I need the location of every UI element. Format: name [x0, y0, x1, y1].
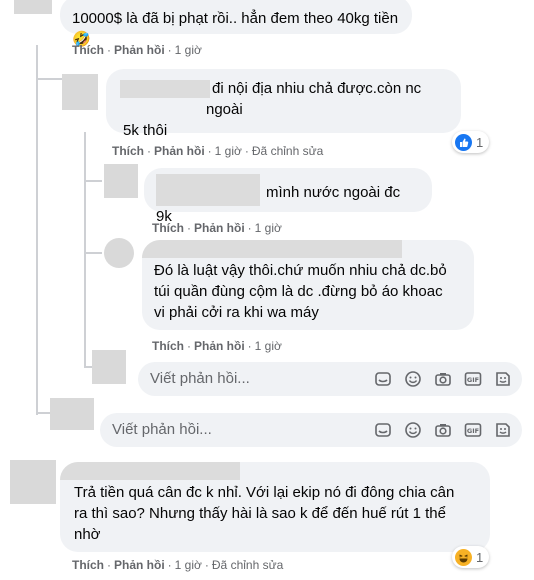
comment-bubble: Đó là luật vậy thôi.chứ muốn nhiu chả dc…: [142, 240, 474, 330]
thread-line: [84, 132, 86, 368]
thread-line: [84, 180, 102, 182]
blurred-name[interactable]: [156, 174, 260, 206]
comment-text: nhờ: [74, 526, 101, 543]
comment-text: túi quần đùng cộm là dc .đừng bỏ áo khoa…: [154, 283, 443, 300]
comment-actions: Thích · Phản hồi · 1 giờ: [152, 339, 282, 353]
timestamp[interactable]: 1 giờ: [175, 43, 202, 57]
comment-text: Đó là luật vậy thôi.chứ muốn nhiu chả dc…: [154, 262, 447, 279]
comment-bubble: 10000$ là đã bị phạt rồi.. hẳn đem theo …: [60, 0, 412, 48]
reply-input[interactable]: Viết phản hồi... GIF: [100, 413, 522, 447]
comment-bubble: Trả tiền quá cân đc k nhỉ. Với lại ekip …: [60, 462, 490, 552]
comment-text: 5k thôi: [123, 122, 168, 139]
comment-actions: Thích · Phản hồi · 1 giờ · Đã chỉnh sửa: [72, 558, 284, 572]
like-button[interactable]: Thích: [72, 43, 104, 57]
svg-text:GIF: GIF: [467, 427, 479, 435]
like-button[interactable]: Thích: [152, 221, 184, 235]
timestamp[interactable]: 1 giờ: [175, 558, 202, 572]
camera-icon[interactable]: [434, 370, 452, 388]
svg-text:GIF: GIF: [467, 376, 479, 384]
comment-actions: Thích · Phản hồi · 1 giờ · Đã chỉnh sửa: [112, 144, 324, 158]
sticker-icon[interactable]: [374, 370, 392, 388]
reply-placeholder: Viết phản hồi...: [150, 370, 250, 387]
sticker-icon[interactable]: [374, 421, 392, 439]
reaction-count[interactable]: 1: [452, 546, 490, 568]
reply-input[interactable]: Viết phản hồi... GIF: [138, 362, 522, 396]
avatar[interactable]: [104, 164, 138, 198]
like-reaction-icon: [455, 133, 472, 151]
comment-actions: Thích · Phản hồi · 1 giờ: [72, 43, 202, 57]
blurred-name[interactable]: [142, 240, 402, 258]
reply-tools: GIF: [374, 421, 512, 439]
blurred-name[interactable]: [60, 462, 240, 480]
sticker-face-icon[interactable]: [494, 421, 512, 439]
like-button[interactable]: Thích: [112, 144, 144, 158]
avatar: [92, 350, 126, 384]
comment-text: đi nội địa nhiu chả được.còn nc ngoài: [206, 80, 422, 118]
thread-line: [36, 412, 50, 414]
haha-reaction-icon: [455, 548, 472, 566]
reaction-count[interactable]: 1: [452, 131, 490, 153]
comment-actions: Thích · Phản hồi · 1 giờ: [152, 221, 282, 235]
avatar[interactable]: [104, 238, 134, 268]
comment-text: ra thì sao? Nhưng thấy hài là sao k để đ…: [74, 505, 446, 522]
avatar[interactable]: [10, 460, 56, 504]
timestamp[interactable]: 1 giờ: [255, 339, 282, 353]
thread-line: [84, 366, 92, 368]
gif-icon[interactable]: GIF: [464, 421, 482, 439]
reply-tools: GIF: [374, 370, 512, 388]
avatar: [50, 398, 94, 430]
thread-line: [84, 252, 102, 254]
timestamp[interactable]: 1 giờ: [255, 221, 282, 235]
comment-bubble: đi nội địa nhiu chả được.còn nc ngoài 5k…: [106, 69, 461, 139]
gif-icon[interactable]: GIF: [464, 370, 482, 388]
thread-line: [36, 78, 62, 80]
thread-line: [36, 45, 38, 415]
comment-text: vi phải cởi ra khi wa máy: [154, 304, 319, 321]
edited-label: Đã chỉnh sửa: [251, 144, 324, 158]
comment-text: Trả tiền quá cân đc k nhỉ. Với lại ekip …: [74, 484, 455, 501]
camera-icon[interactable]: [434, 421, 452, 439]
reply-placeholder: Viết phản hồi...: [112, 421, 212, 438]
like-button[interactable]: Thích: [72, 558, 104, 572]
avatar[interactable]: [62, 74, 98, 110]
emoji-icon[interactable]: [404, 421, 422, 439]
reply-button[interactable]: Phản hồi: [154, 144, 205, 158]
reply-button[interactable]: Phản hồi: [114, 558, 165, 572]
comment-text: 10000$ là đã bị phạt rồi.. hẳn đem theo …: [72, 10, 399, 27]
emoji-icon[interactable]: [404, 370, 422, 388]
edited-label: Đã chỉnh sửa: [211, 558, 284, 572]
sticker-face-icon[interactable]: [494, 370, 512, 388]
blurred-name[interactable]: [120, 80, 210, 99]
timestamp[interactable]: 1 giờ: [215, 144, 242, 158]
reply-button[interactable]: Phản hồi: [114, 43, 165, 57]
reply-button[interactable]: Phản hồi: [194, 339, 245, 353]
like-button[interactable]: Thích: [152, 339, 184, 353]
comment-bubble: mình nước ngoài đc 9k: [144, 168, 432, 225]
reply-button[interactable]: Phản hồi: [194, 221, 245, 235]
avatar[interactable]: [14, 0, 52, 14]
